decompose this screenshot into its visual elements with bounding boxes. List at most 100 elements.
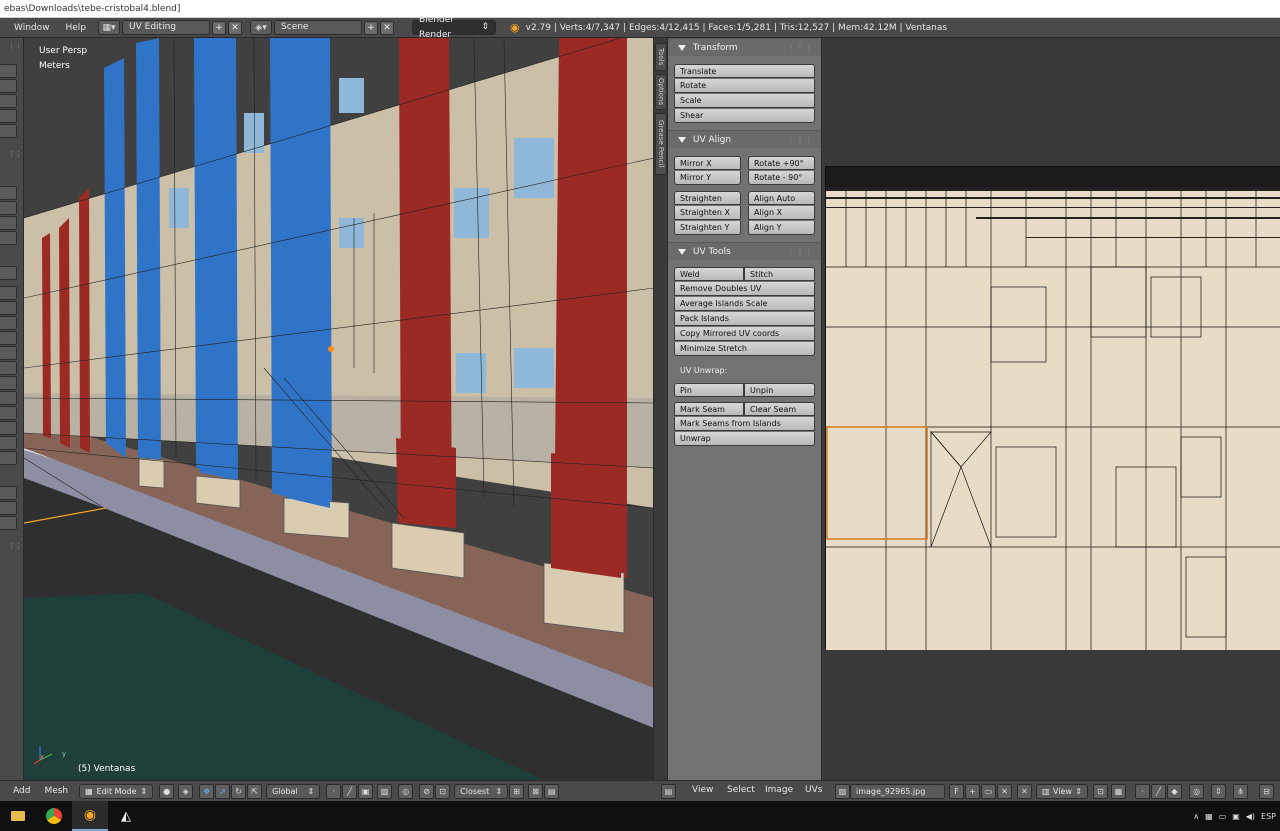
delete-scene-button[interactable]: ✕: [380, 20, 395, 35]
snap-toggle-icon[interactable]: ⊘: [419, 783, 435, 799]
stitch-button[interactable]: Stitch: [744, 267, 815, 281]
uv-snap-icon[interactable]: ⇕: [1211, 784, 1226, 799]
image-browse-icon[interactable]: ▧: [835, 784, 850, 799]
shelf-button[interactable]: [0, 331, 17, 345]
edge-select-icon[interactable]: ╱: [342, 783, 358, 799]
unlink-image-icon[interactable]: ✕: [997, 784, 1012, 799]
shear-button[interactable]: Shear: [674, 109, 815, 123]
shelf-grip-top[interactable]: ⋮⋮: [8, 42, 22, 50]
proportional-edit-icon[interactable]: ◎: [398, 783, 414, 799]
shelf-button[interactable]: [0, 501, 17, 515]
shading-dropdown-icon[interactable]: ●: [159, 783, 175, 799]
shelf-dropdown[interactable]: [0, 266, 17, 280]
taskbar-blender[interactable]: ◉: [72, 801, 108, 831]
rotate-button[interactable]: Rotate: [674, 79, 815, 93]
menu-image[interactable]: Image: [758, 785, 800, 795]
shelf-button[interactable]: [0, 201, 17, 215]
straighten-button[interactable]: Straighten: [674, 191, 741, 205]
uv-stretch-icon[interactable]: ⊟: [1259, 784, 1274, 799]
scene-field[interactable]: Scene: [274, 20, 363, 35]
shelf-button[interactable]: [0, 421, 17, 435]
orientation-dropdown[interactable]: Global ⇕: [266, 783, 321, 799]
battery-icon[interactable]: ▭: [1219, 812, 1227, 821]
taskbar-unity[interactable]: ◭: [108, 801, 144, 831]
uv-edge-select-icon[interactable]: ╱: [1151, 784, 1166, 799]
remove-doubles-uv-button[interactable]: Remove Doubles UV: [674, 282, 815, 296]
uv-sculpt-icon[interactable]: ⋔: [1233, 784, 1248, 799]
scale-button[interactable]: Scale: [674, 94, 815, 108]
shelf-button[interactable]: [0, 216, 17, 230]
rotate-plus-90-button[interactable]: Rotate +90°: [748, 156, 815, 170]
taskbar-chrome[interactable]: [36, 801, 72, 831]
manipulator-icon[interactable]: ✥: [199, 783, 215, 799]
shelf-button[interactable]: [0, 391, 17, 405]
render-icon[interactable]: ⊠: [528, 783, 544, 799]
average-islands-scale-button[interactable]: Average Islands Scale: [674, 297, 815, 311]
tray-chevron-icon[interactable]: ∧: [1193, 812, 1199, 821]
volume-icon[interactable]: ◀): [1246, 812, 1255, 821]
menu-view[interactable]: View: [685, 785, 720, 795]
mirror-x-button[interactable]: Mirror X: [674, 156, 741, 170]
scale-manipulator-icon[interactable]: ⇱: [247, 783, 263, 799]
vertex-select-icon[interactable]: ⋅: [326, 783, 342, 799]
add-scene-button[interactable]: +: [364, 20, 379, 35]
uv-tools-panel-header[interactable]: UV Tools ⋮⋮⋮: [668, 242, 821, 261]
align-x-button[interactable]: Align X: [748, 206, 815, 220]
tab-tools[interactable]: Tools: [655, 43, 667, 71]
image-name-field[interactable]: image_92965.jpg: [850, 784, 945, 799]
shelf-button[interactable]: [0, 186, 17, 200]
snap-align-icon[interactable]: ⊞: [509, 783, 525, 799]
shelf-grip[interactable]: ⋮⋮: [8, 150, 22, 158]
menu-add[interactable]: Add: [6, 786, 37, 796]
render-engine-dropdown[interactable]: Blender Render ⇕: [412, 15, 497, 40]
fake-user-button[interactable]: F: [949, 784, 964, 799]
mark-seams-from-islands-button[interactable]: Mark Seams from Islands: [674, 417, 815, 431]
rotate-manipulator-icon[interactable]: ↻: [231, 783, 247, 799]
shelf-button[interactable]: [0, 64, 17, 78]
menu-mesh[interactable]: Mesh: [37, 786, 75, 796]
editor-type-icon[interactable]: ▤: [661, 784, 676, 799]
shelf-button[interactable]: [0, 376, 17, 390]
pack-islands-button[interactable]: Pack Islands: [674, 312, 815, 326]
weld-button[interactable]: Weld: [674, 267, 744, 281]
menu-window[interactable]: Window: [6, 18, 58, 38]
pivot-dropdown-icon[interactable]: ◈: [178, 783, 194, 799]
snap-element-icon[interactable]: ⊡: [435, 783, 451, 799]
uv-align-panel-header[interactable]: UV Align ⋮⋮⋮: [668, 130, 821, 149]
rotate-minus-90-button[interactable]: Rotate - 90°: [748, 171, 815, 185]
selected-uv-face[interactable]: [826, 426, 928, 540]
menu-select[interactable]: Select: [720, 785, 762, 795]
render-animation-icon[interactable]: ▤: [544, 783, 560, 799]
unwrap-button[interactable]: Unwrap: [674, 432, 815, 446]
mode-dropdown[interactable]: ▦ Edit Mode ⇕: [79, 783, 154, 799]
occlude-geometry-icon[interactable]: ▨: [377, 783, 393, 799]
shelf-button[interactable]: [0, 286, 17, 300]
shelf-button[interactable]: [0, 451, 17, 465]
shelf-grip[interactable]: ⋮⋮: [8, 542, 22, 550]
straighten-x-button[interactable]: Straighten X: [674, 206, 741, 220]
3d-viewport[interactable]: User Persp Meters x y (5) Ventanas: [24, 38, 654, 780]
shelf-button[interactable]: [0, 346, 17, 360]
uv-vertex-select-icon[interactable]: ⋅: [1135, 784, 1150, 799]
shelf-button[interactable]: [0, 361, 17, 375]
scene-icon[interactable]: ◈▾: [250, 20, 273, 35]
panel-grip-icon[interactable]: ⋮⋮⋮: [787, 243, 814, 261]
mark-seam-button[interactable]: Mark Seam: [674, 402, 744, 416]
3d-cursor-icon[interactable]: [328, 346, 334, 352]
transform-panel-header[interactable]: Transform ⋮⋮⋮: [668, 38, 821, 57]
shelf-button[interactable]: [0, 316, 17, 330]
pin-image-icon[interactable]: ✕: [1017, 784, 1032, 799]
menu-help[interactable]: Help: [58, 18, 95, 38]
face-select-icon[interactable]: ▣: [358, 783, 374, 799]
minimize-stretch-button[interactable]: Minimize Stretch: [674, 342, 815, 356]
shelf-button[interactable]: [0, 79, 17, 93]
pivot-icon[interactable]: ⊡: [1093, 784, 1108, 799]
straighten-y-button[interactable]: Straighten Y: [674, 221, 741, 235]
panel-grip-icon[interactable]: ⋮⋮⋮: [787, 39, 814, 57]
screen-layout-icon[interactable]: ▦▾: [98, 20, 121, 35]
shelf-button[interactable]: [0, 231, 17, 245]
panel-grip-icon[interactable]: ⋮⋮⋮: [787, 131, 814, 149]
pin-button[interactable]: Pin: [674, 383, 744, 397]
view-mode-dropdown[interactable]: ▥ View ⇕: [1036, 784, 1088, 799]
shelf-button[interactable]: [0, 124, 17, 138]
